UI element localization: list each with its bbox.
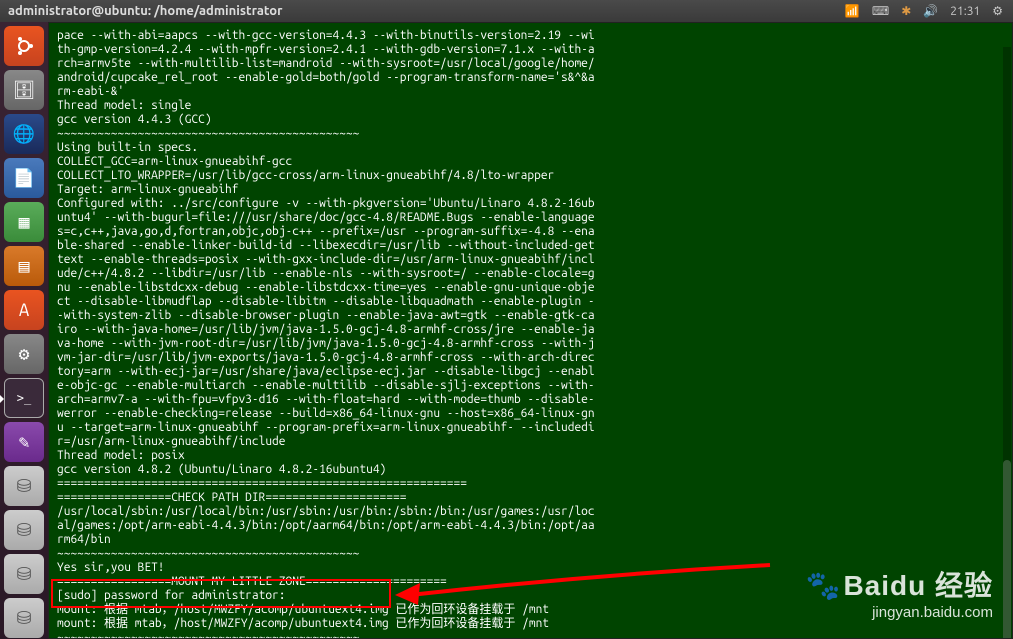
launcher-impress[interactable]: ▤ <box>4 246 44 286</box>
terminal-window[interactable]: pace --with-abi=aapcs --with-gcc-version… <box>48 22 1013 639</box>
launcher-drive-4[interactable]: ⛁ <box>4 598 44 638</box>
keyboard-icon[interactable]: ⌨ <box>872 4 889 18</box>
titlebar: administrator@ubuntu: /home/administrato… <box>0 0 1013 22</box>
launcher-terminal[interactable]: >_ <box>4 378 44 418</box>
window-title: administrator@ubuntu: /home/administrato… <box>8 4 845 18</box>
launcher-qt-app[interactable]: ✎ <box>4 422 44 462</box>
bug-icon[interactable]: ✱ <box>901 4 911 18</box>
launcher-settings[interactable]: ⚙ <box>4 334 44 374</box>
launcher-dash[interactable] <box>4 26 44 66</box>
launcher-drive-3[interactable]: ⛁ <box>4 554 44 594</box>
sound-icon[interactable]: 🔊 <box>923 4 938 18</box>
gear-icon[interactable]: ⚙ <box>992 4 1003 18</box>
status-area: 📶 ⌨ ✱ 🔊 21:31 ⚙ <box>845 4 1013 18</box>
launcher: 🗄 🌐 📄 ▦ ▤ A ⚙ >_ ✎ ⛁ ⛁ ⛁ ⛁ <box>0 22 48 639</box>
launcher-calc[interactable]: ▦ <box>4 202 44 242</box>
network-icon[interactable]: 📶 <box>845 4 860 18</box>
launcher-drive-2[interactable]: ⛁ <box>4 510 44 550</box>
terminal-body[interactable]: pace --with-abi=aapcs --with-gcc-version… <box>49 23 1012 639</box>
launcher-drive-1[interactable]: ⛁ <box>4 466 44 506</box>
scrollbar-thumb[interactable] <box>1003 460 1011 639</box>
scrollbar[interactable] <box>1003 47 1011 639</box>
launcher-firefox[interactable]: 🌐 <box>4 114 44 154</box>
launcher-files[interactable]: 🗄 <box>4 70 44 110</box>
clock[interactable]: 21:31 <box>950 5 980 18</box>
launcher-writer[interactable]: 📄 <box>4 158 44 198</box>
launcher-software-center[interactable]: A <box>4 290 44 330</box>
